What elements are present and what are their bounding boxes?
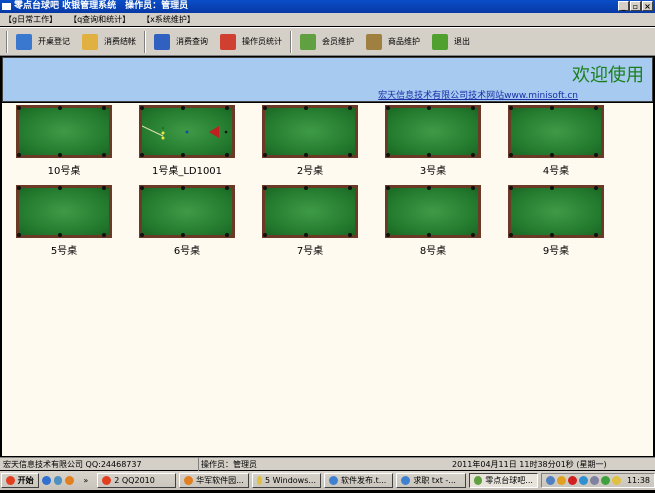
open-table-icon xyxy=(16,33,32,50)
taskbar: 开始 » 2 QQ2010 华军软件园... 5 Windows... 软件发布.t.… xyxy=(0,471,655,490)
checkout-icon xyxy=(82,33,98,50)
task-app-icon xyxy=(102,476,112,485)
table-felt xyxy=(140,186,232,237)
pool-table[interactable] xyxy=(262,105,358,158)
tray-icon[interactable] xyxy=(578,476,588,485)
task-app-icon xyxy=(401,476,411,485)
toolbar-button-members[interactable]: 会员维护 xyxy=(294,30,360,54)
toolbar-separator xyxy=(290,30,292,53)
toolbar-grip xyxy=(6,30,8,53)
minimize-button[interactable]: _ xyxy=(618,1,629,11)
table-label: 4号桌 xyxy=(542,166,570,177)
table-label: 9号桌 xyxy=(542,246,570,257)
taskbar-task[interactable]: 求职 txt -... xyxy=(396,473,466,488)
explorer-icon[interactable] xyxy=(53,476,63,485)
toolbar-button-goods[interactable]: 商品维护 xyxy=(360,30,426,54)
table-label: 2号桌 xyxy=(296,166,324,177)
clock: 11:38 xyxy=(626,476,650,485)
table-label: 5号桌 xyxy=(50,246,78,257)
table-label: 10号桌 xyxy=(47,166,81,177)
table-label: 7号桌 xyxy=(296,246,324,257)
table-felt xyxy=(263,186,355,237)
status-datetime: 2011年04月11日 11时38分01秒 (星期一) xyxy=(452,460,607,469)
menu-query-stats[interactable]: 【q查询和统计】 xyxy=(69,13,130,26)
toolbar-button-open-table[interactable]: 开桌登记 xyxy=(10,30,76,54)
pool-table[interactable] xyxy=(508,185,604,238)
status-bar: 宏天信息技术有限公司 QQ:24468737 操作员：管理员 2011年04月1… xyxy=(0,457,655,471)
table-felt xyxy=(140,106,232,157)
website-link[interactable]: 宏天信息技术有限公司技术网站www.minisoft.cn xyxy=(378,88,578,101)
windows-logo-icon xyxy=(6,476,15,485)
chart-icon xyxy=(220,33,236,50)
welcome-text: 欢迎使用 xyxy=(572,65,644,86)
toolbar: 开桌登记 消费结帐 消费查询 操作员统计 会员维护 商品维护 退出 xyxy=(0,27,655,56)
window-title: 零点台球吧 收银管理系统 操作员：管理员 xyxy=(14,1,189,11)
table-felt xyxy=(17,186,109,237)
menu-bar: 【g日常工作】 【q查询和统计】 【x系统维护】 xyxy=(0,13,655,26)
toolbar-button-search[interactable]: 消费查询 xyxy=(148,30,214,54)
tray-icon[interactable] xyxy=(545,476,555,485)
task-app-icon xyxy=(184,476,194,485)
table-felt xyxy=(17,106,109,157)
table-label: 8号桌 xyxy=(419,246,447,257)
quicklaunch-more[interactable]: » xyxy=(83,476,88,485)
pool-table[interactable] xyxy=(139,105,235,158)
taskbar-task[interactable]: 软件发布.t... xyxy=(324,473,394,488)
tray-icon[interactable] xyxy=(567,476,577,485)
table-felt xyxy=(263,106,355,157)
menu-daily-work[interactable]: 【g日常工作】 xyxy=(4,13,57,26)
ie-icon[interactable] xyxy=(41,476,51,485)
pool-table[interactable] xyxy=(385,105,481,158)
welcome-banner: 欢迎使用 宏天信息技术有限公司技术网站www.minisoft.cn xyxy=(2,57,653,102)
members-icon xyxy=(300,33,316,50)
table-label: 3号桌 xyxy=(419,166,447,177)
task-app-icon xyxy=(329,476,339,485)
menu-system-maintenance[interactable]: 【x系统维护】 xyxy=(142,13,195,26)
pool-table[interactable] xyxy=(508,105,604,158)
table-felt xyxy=(386,186,478,237)
table-felt xyxy=(509,106,601,157)
table-label: 6号桌 xyxy=(173,246,201,257)
search-icon xyxy=(154,33,170,50)
maximize-button[interactable]: ▫ xyxy=(630,1,641,11)
title-bar: 零点台球吧 收银管理系统 操作员：管理员 _ ▫ × xyxy=(0,0,655,13)
toolbar-separator xyxy=(144,30,146,53)
tray-icon[interactable] xyxy=(600,476,610,485)
toolbar-button-exit[interactable]: 退出 xyxy=(426,30,476,54)
taskbar-task[interactable]: 华军软件园... xyxy=(179,473,249,488)
table-grid: 10号桌 1号桌_LD1001 2号桌 3号桌 4号桌 5号桌 6号桌 7号桌 8号桌 9号桌 xyxy=(2,103,653,456)
pool-table[interactable] xyxy=(139,185,235,238)
table-felt xyxy=(386,106,478,157)
pool-table[interactable] xyxy=(16,185,112,238)
taskbar-task[interactable]: 2 QQ2010 xyxy=(97,473,177,488)
pool-table[interactable] xyxy=(16,105,112,158)
goods-icon xyxy=(366,33,382,50)
taskbar-task[interactable]: 5 Windows... xyxy=(251,473,322,488)
task-app-icon xyxy=(473,476,483,485)
tray-icon[interactable] xyxy=(589,476,599,485)
pool-table[interactable] xyxy=(262,185,358,238)
balls-in-play-icon xyxy=(142,125,228,140)
toolbar-button-checkout[interactable]: 消费结帐 xyxy=(76,30,142,54)
taskbar-task[interactable]: 零点台球吧... xyxy=(468,473,538,488)
status-company: 宏天信息技术有限公司 QQ:24468737 xyxy=(3,460,142,469)
toolbar-button-chart[interactable]: 操作员统计 xyxy=(214,30,288,54)
tray-icon[interactable] xyxy=(611,476,621,485)
app-icon xyxy=(2,3,11,10)
tray-icon[interactable] xyxy=(556,476,566,485)
table-felt xyxy=(509,186,601,237)
table-label: 1号桌_LD1001 xyxy=(151,166,223,177)
exit-icon xyxy=(432,33,448,50)
system-tray: 11:38 xyxy=(540,473,655,488)
start-button[interactable]: 开始 xyxy=(1,473,39,488)
firefox-icon[interactable] xyxy=(65,476,75,485)
close-button[interactable]: × xyxy=(642,1,653,11)
status-operator: 操作员：管理员 xyxy=(198,458,257,471)
pool-table[interactable] xyxy=(385,185,481,238)
task-app-icon xyxy=(256,476,263,485)
